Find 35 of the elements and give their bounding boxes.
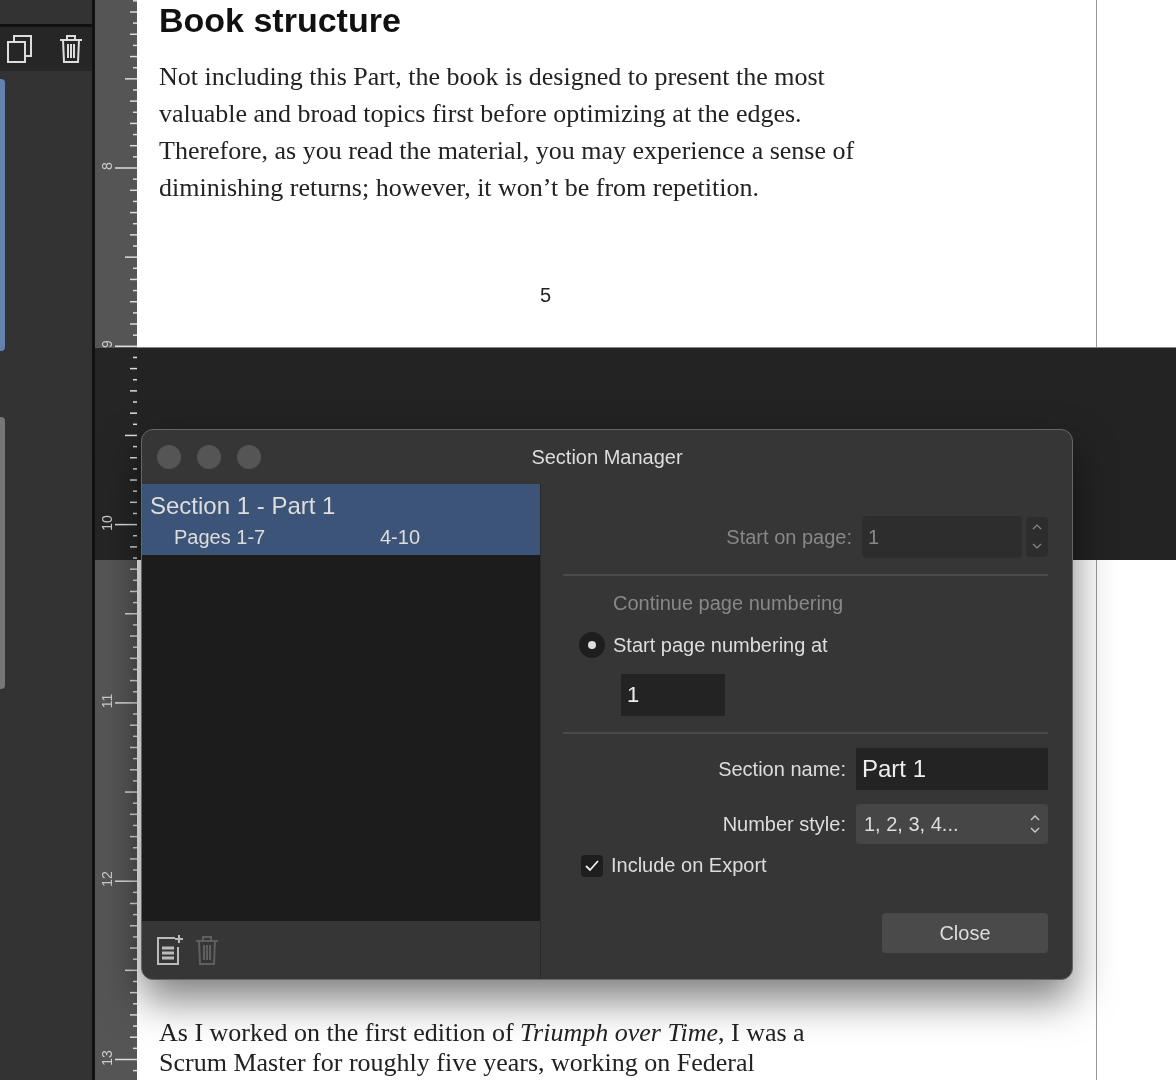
ruler-number: 11 (99, 692, 115, 711)
window-zoom-button[interactable] (237, 445, 261, 469)
duplicate-icon[interactable] (6, 34, 34, 64)
add-page-icon[interactable] (156, 934, 184, 966)
section-list-item[interactable]: Section 1 - Part 1 Pages 1-7 4-10 (142, 484, 540, 555)
field-label: Start on page: (726, 525, 852, 549)
section-name-field[interactable]: Part 1 (856, 748, 1048, 790)
section-range: 4-10 (380, 526, 421, 549)
page-thumbnail[interactable] (0, 417, 5, 689)
stepper-icon[interactable] (1026, 517, 1048, 557)
field-label: Section name: (718, 757, 846, 781)
ruler-number: 13 (99, 1048, 115, 1068)
window-minimize-button[interactable] (197, 445, 221, 469)
window-title: Section Manager (531, 445, 683, 469)
radio-option[interactable]: Start page numbering at (579, 632, 1048, 658)
close-button[interactable]: Close (882, 913, 1048, 953)
window-close-button[interactable] (157, 445, 181, 469)
ruler-number: 9 (99, 339, 115, 351)
ruler-number: 12 (99, 870, 115, 889)
body-paragraph: As I worked on the first edition of Triumph over Time, I was a Scrum Master for roughly five years, working on Federal (159, 1018, 806, 1078)
page-number: 5 (540, 284, 552, 307)
ruler-number: 8 (99, 161, 115, 172)
page-heading: Book structure (159, 0, 402, 40)
field-label: Number style: (722, 812, 846, 836)
section-title: Section 1 - Part 1 (150, 492, 337, 520)
checkmark-icon (585, 859, 599, 872)
body-paragraph: Not including this Part, the book is designed to present the most valuable and broad topics first before optimizing at the edges. Therefore, as you read the material, you may experience a sense of diminishing returns; however, it won’t be from repetition. (159, 61, 856, 204)
chevron-icon (1030, 813, 1040, 835)
section-pages: Pages 1-7 (174, 526, 267, 549)
trash-icon[interactable] (58, 34, 84, 64)
number-style-dropdown[interactable]: 1, 2, 3, 4... (856, 804, 1048, 844)
ruler-number: 10 (99, 513, 115, 533)
start-number-field[interactable]: 1 (621, 674, 725, 716)
include-export-checkbox[interactable]: Include on Export (563, 854, 1048, 877)
page-thumbnail[interactable] (0, 79, 5, 351)
